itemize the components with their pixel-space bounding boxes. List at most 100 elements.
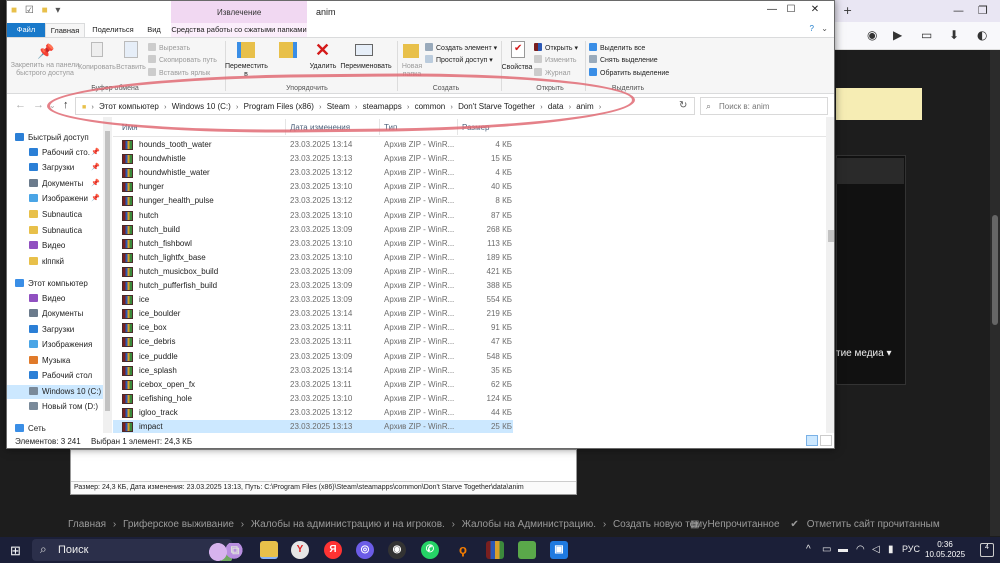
close-button[interactable]: ✕ [795, 4, 834, 20]
open-button[interactable]: Открыть ▾ [534, 43, 578, 52]
select-none-button[interactable]: Снять выделение [589, 55, 658, 64]
nav-item[interactable]: Subnautica [7, 224, 103, 238]
column-divider[interactable] [457, 119, 458, 135]
address-segment[interactable]: Windows 10 (C:) [172, 102, 231, 111]
file-row[interactable]: igloo_track 23.03.2025 13:12 Архив ZIP - W… [113, 406, 513, 420]
address-segment[interactable]: Program Files (x86) [244, 102, 314, 111]
address-segment[interactable]: Don't Starve Together [458, 102, 535, 111]
file-row[interactable]: impact 23.03.2025 13:13 Архив ZIP - WinR..… [113, 420, 513, 434]
search-input[interactable]: ⌕ Поиск в: anim [700, 97, 828, 115]
address-segment-current[interactable]: anim [576, 102, 593, 111]
file-row[interactable]: ice_boulder 23.03.2025 13:14 Архив ZIP - W… [113, 307, 513, 321]
download-icon[interactable]: ⬇ [949, 28, 959, 42]
file-explorer-taskbar-icon[interactable] [260, 541, 278, 559]
nav-item[interactable]: Документы 📌 [7, 177, 103, 191]
up-arrow-icon[interactable]: ↑ [63, 99, 69, 111]
minimize-icon[interactable]: — [953, 4, 964, 17]
file-row[interactable]: ice_splash 23.03.2025 13:14 Архив ZIP - Wi… [113, 364, 513, 378]
whatsapp-icon[interactable]: ✆ [421, 541, 439, 559]
restore-icon[interactable]: ❐ [978, 4, 988, 17]
tab-view[interactable]: Вид [141, 23, 167, 37]
file-row[interactable]: ice 23.03.2025 13:09 Архив ZIP - WinR... 55… [113, 293, 513, 307]
details-view-icon[interactable] [806, 435, 818, 446]
camera-icon[interactable]: ▭ [822, 544, 831, 555]
nav-item[interactable]: Видео [7, 239, 103, 253]
chevron-right-icon[interactable]: › [319, 104, 321, 111]
chevron-right-icon[interactable]: › [540, 104, 542, 111]
file-row[interactable]: ice_box 23.03.2025 13:11 Архив ZIP - WinR.… [113, 321, 513, 335]
breadcrumb-home[interactable]: Главная [68, 519, 106, 530]
recent-chevron-icon[interactable]: ⌄ [49, 101, 56, 110]
volume-icon[interactable]: ◁ [872, 544, 880, 555]
search-app-icon[interactable]: ϙ [454, 541, 472, 559]
nav-item[interactable]: Рабочий стол [7, 369, 103, 383]
move-to-button[interactable]: Переместить в [225, 63, 268, 79]
file-row[interactable]: hutch_lightfx_base 23.03.2025 13:10 Архив … [113, 251, 513, 265]
battery-icon[interactable]: ▮ [888, 544, 894, 555]
chevron-right-icon[interactable]: › [569, 104, 571, 111]
tray-chevron-icon[interactable]: ^ [806, 544, 811, 555]
store-app-icon[interactable]: ▣ [550, 541, 568, 559]
tab-file[interactable]: Файл [7, 23, 45, 37]
nav-item[interactable]: Windows 10 (C:) [7, 385, 103, 399]
breadcrumb-subforum[interactable]: Жалобы на Администрацию. [462, 519, 596, 530]
yandex-icon[interactable]: Я [324, 541, 342, 559]
file-row[interactable]: hunger_health_pulse 23.03.2025 13:12 Архив… [113, 194, 513, 208]
chevron-right-icon[interactable]: › [355, 104, 357, 111]
large-icons-view-icon[interactable] [820, 435, 832, 446]
paste-button[interactable]: Вставить [115, 64, 147, 72]
column-name[interactable]: Имя [122, 123, 138, 132]
taskbar-search[interactable]: ⌕ Поиск [32, 539, 246, 561]
copy-button[interactable]: Копировать [77, 64, 117, 72]
breadcrumb-forum[interactable]: Жалобы на администрацию и на игроков. [251, 519, 445, 530]
address-segment[interactable]: Этот компьютер [99, 102, 159, 111]
column-type[interactable]: Тип [384, 123, 397, 132]
unread-link[interactable]: Непрочитанное [707, 519, 779, 530]
new-folder-button[interactable]: Новая папка [397, 63, 427, 79]
file-list-scrollbar[interactable] [826, 117, 834, 433]
discord-icon[interactable]: ◎ [356, 541, 374, 559]
extension-icon[interactable]: ◉ [867, 28, 877, 42]
address-segment[interactable]: Steam [327, 102, 350, 111]
properties-button[interactable]: Свойства [501, 64, 533, 72]
minecraft-icon[interactable] [518, 541, 536, 559]
tab-share[interactable]: Поделиться [89, 23, 137, 37]
tab-compressed-tools[interactable]: Средства работы со сжатыми папками [171, 23, 307, 37]
file-row[interactable]: hutch_musicbox_build 23.03.2025 13:09 Архи… [113, 265, 513, 279]
column-size[interactable]: Размер [462, 123, 490, 132]
nav-item[interactable]: кlппкй [7, 255, 103, 269]
nav-item[interactable]: Музыка [7, 354, 103, 368]
properties-qat-icon[interactable]: ☑ [25, 5, 34, 16]
nav-scrollbar-thumb[interactable] [105, 131, 110, 411]
network-icon[interactable]: ▬ [838, 544, 848, 555]
chevron-right-icon[interactable]: › [451, 104, 453, 111]
chevron-right-icon[interactable]: › [599, 104, 601, 111]
address-segment[interactable]: common [415, 102, 446, 111]
invert-selection-button[interactable]: Обратить выделение [589, 68, 669, 77]
select-all-button[interactable]: Выделить все [589, 43, 645, 52]
file-row[interactable]: icefishing_hole 23.03.2025 13:10 Архив ZIP… [113, 392, 513, 406]
copy-path-button[interactable]: Скопировать путь [148, 55, 217, 64]
file-row[interactable]: hutch_build 23.03.2025 13:09 Архив ZIP - W… [113, 223, 513, 237]
rename-button[interactable]: Переименовать [337, 63, 395, 71]
media-dropdown[interactable]: тие медиа ▾ [836, 348, 892, 359]
history-button[interactable]: Журнал [534, 68, 571, 77]
column-divider[interactable] [379, 119, 380, 135]
file-row[interactable]: hutch 23.03.2025 13:10 Архив ZIP - WinR...… [113, 209, 513, 223]
pin-quick-access-button[interactable]: Закрепить на панели быстрого доступа [9, 62, 81, 78]
address-segment[interactable]: data [548, 102, 564, 111]
tab-home[interactable]: Главная [45, 23, 85, 37]
delete-button[interactable]: Удалить [305, 63, 341, 71]
file-list-scrollbar-thumb[interactable] [828, 230, 834, 242]
customize-qat-icon[interactable]: ▾ [55, 5, 60, 16]
nav-item[interactable]: Загрузки 📌 [7, 161, 103, 175]
address-segment[interactable]: steamapps [363, 102, 402, 111]
nav-item[interactable]: Subnautica [7, 208, 103, 222]
mark-read-link[interactable]: Отметить сайт прочитанным [807, 519, 940, 530]
new-item-button[interactable]: Создать элемент ▾ [425, 43, 497, 52]
paste-shortcut-button[interactable]: Вставить ярлык [148, 68, 210, 77]
file-row[interactable]: houndwhistle_water 23.03.2025 13:12 Архив … [113, 166, 513, 180]
new-tab-icon[interactable]: + [843, 4, 852, 17]
nav-item[interactable]: Загрузки [7, 323, 103, 337]
nav-item[interactable]: Документы [7, 307, 103, 321]
